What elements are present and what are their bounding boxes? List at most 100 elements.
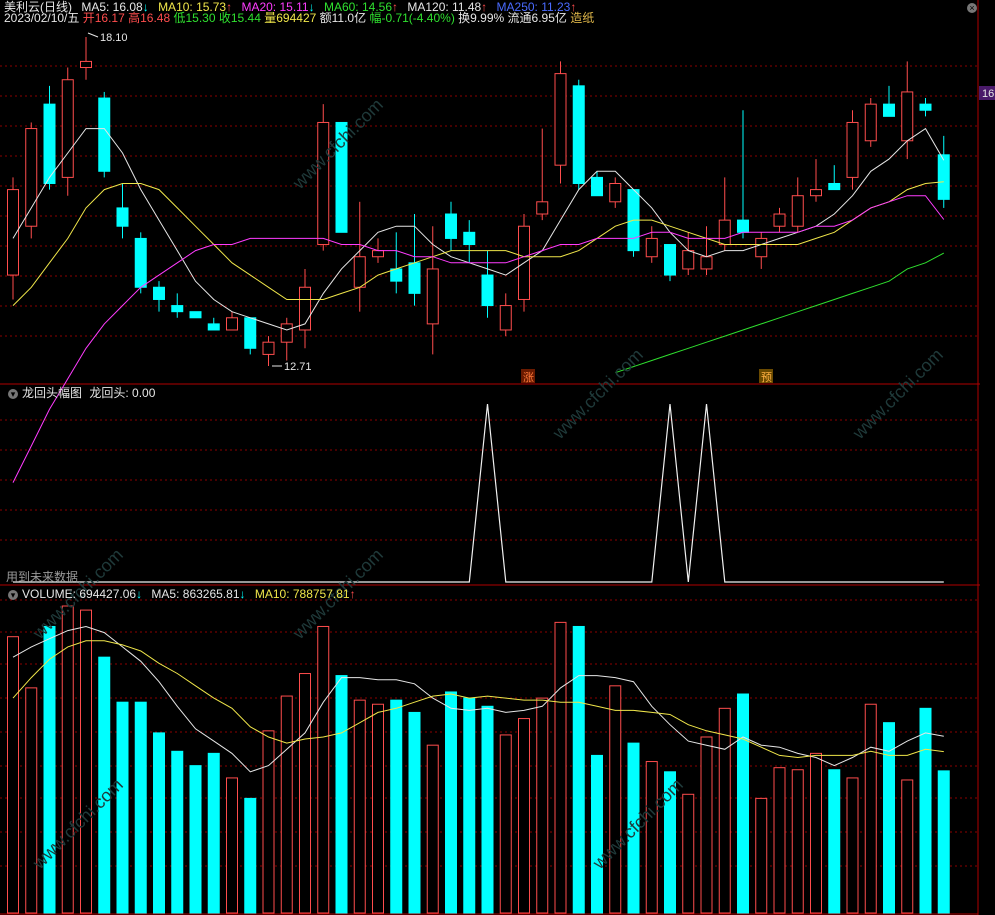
candle-body: [883, 103, 895, 117]
volume-bar: [810, 752, 822, 914]
candle-body: [481, 274, 494, 307]
candle-body: [372, 250, 384, 258]
candle-body: [25, 128, 38, 227]
change-value: 幅-0.71(-4.40%): [369, 11, 455, 25]
candle-body: [846, 121, 859, 178]
volume-arrow-icon: ↓: [136, 587, 143, 601]
candle-body: [244, 317, 257, 349]
volume-bar: [737, 693, 749, 914]
volume-bar: [280, 695, 293, 914]
candle-body: [536, 201, 549, 215]
dragon-indicator-series: [13, 403, 944, 583]
volume-bar: [682, 793, 695, 914]
volume-bar: [116, 701, 129, 914]
volume-bar: [773, 767, 786, 914]
volume-header: ▾ VOLUME: 694427.06↓ MA5: 863265.81↓ MA10…: [8, 587, 356, 601]
high-annotation: 18.10: [87, 32, 128, 44]
low-annotation: 12.71: [272, 361, 312, 373]
high-price-label: 18.10: [100, 32, 128, 44]
volume-ma10-line: [12, 640, 944, 759]
kline-chart[interactable]: 18.10 12.71 涨 预 16 www.cfchi.com www.cfc…: [0, 0, 995, 915]
candle-body: [153, 286, 165, 300]
candle-body: [207, 323, 220, 331]
candle-body: [828, 182, 841, 191]
volume-bar: [518, 718, 530, 914]
volume-collapse-icon[interactable]: ▾: [8, 589, 18, 600]
ma10-line: [12, 181, 944, 306]
candle-body: [280, 323, 293, 343]
volume-bar: [189, 765, 202, 914]
indicator-title[interactable]: 龙回头幅图: [22, 386, 82, 400]
volume-bar: [153, 732, 165, 914]
bar-date: 2023/02/10/五: [4, 11, 80, 25]
candle-body: [791, 195, 804, 227]
volume-label[interactable]: VOLUME: 694427.06: [22, 587, 136, 601]
candle-body: [390, 268, 403, 282]
candle-body: [572, 85, 585, 184]
volume-ma5-label: MA5: 863265.81: [151, 587, 240, 601]
candle-body: [682, 250, 695, 270]
candle-body: [554, 73, 567, 166]
zhang-mark: 涨: [523, 371, 534, 384]
volume-bar: [791, 769, 804, 914]
volume-series: [7, 605, 950, 914]
volume-bar: [262, 730, 275, 914]
volume-bar: [718, 707, 731, 914]
volume-bar: [591, 754, 603, 914]
volume-bar: [25, 687, 38, 914]
high-price: 高16.48: [128, 11, 171, 25]
candle-body: [80, 60, 92, 69]
volume-bar: [372, 703, 384, 914]
candle-body: [700, 256, 713, 270]
candle-body: [718, 219, 731, 246]
candle-body: [353, 256, 366, 288]
volume-bar: [43, 625, 56, 914]
volume-bar: [554, 621, 567, 914]
candle-body: [463, 231, 476, 246]
volume-bar: [445, 691, 457, 914]
volume-bar: [317, 625, 330, 914]
open-price: 开16.17: [82, 11, 125, 25]
volume-bar: [572, 625, 585, 914]
panel-close-icon[interactable]: ×: [967, 0, 981, 14]
volume-bar: [226, 777, 238, 914]
candle-body: [445, 213, 457, 239]
indicator-collapse-icon[interactable]: ▾: [8, 388, 18, 399]
close-price: 收15.44: [218, 11, 261, 25]
candle-body: [189, 311, 202, 319]
volume-ma5-line: [12, 625, 944, 773]
volume-ma10-arrow-icon: ↑: [349, 587, 356, 601]
volume-bar: [828, 769, 841, 914]
concept-tag[interactable]: 造纸: [570, 11, 594, 25]
yu-mark: 预: [761, 371, 772, 384]
volume-bar: [536, 697, 549, 914]
candle-body: [98, 97, 111, 172]
volume-bar: [7, 636, 19, 914]
indicator-header: ▾ 龙回头幅图 龙回头: 0.00: [8, 386, 155, 400]
candle-body: [810, 189, 822, 197]
volume-ma5-arrow-icon: ↓: [239, 587, 246, 601]
amount-value: 额11.0亿: [319, 11, 367, 25]
candle-body: [171, 305, 184, 313]
candle-body: [134, 237, 147, 288]
watermark-3: www.cfchi.com: [848, 345, 947, 444]
volume-bar: [846, 777, 859, 914]
low-price-label: 12.71: [284, 361, 312, 373]
header-row-2: 2023/02/10/五 开16.17 高16.48 低15.30 收15.44…: [4, 11, 594, 25]
candle-body: [755, 237, 768, 258]
watermark-7: www.cfchi.com: [28, 775, 127, 874]
volume-bar: [937, 770, 950, 914]
volume-bar: [919, 707, 932, 914]
candlestick-series: [7, 37, 950, 366]
candle-body: [645, 237, 658, 258]
indicator-value: 龙回头: 0.00: [89, 386, 156, 400]
candle-body: [226, 317, 238, 331]
ma5-line: [12, 127, 945, 331]
watermark-2: www.cfchi.com: [548, 345, 647, 444]
volume-bar: [299, 673, 311, 914]
candle-body: [116, 207, 129, 227]
volume-bar: [61, 605, 74, 914]
candle-body: [499, 305, 512, 331]
future-data-note: 用到未来数据: [6, 570, 78, 584]
price-tag: 16: [982, 88, 994, 100]
